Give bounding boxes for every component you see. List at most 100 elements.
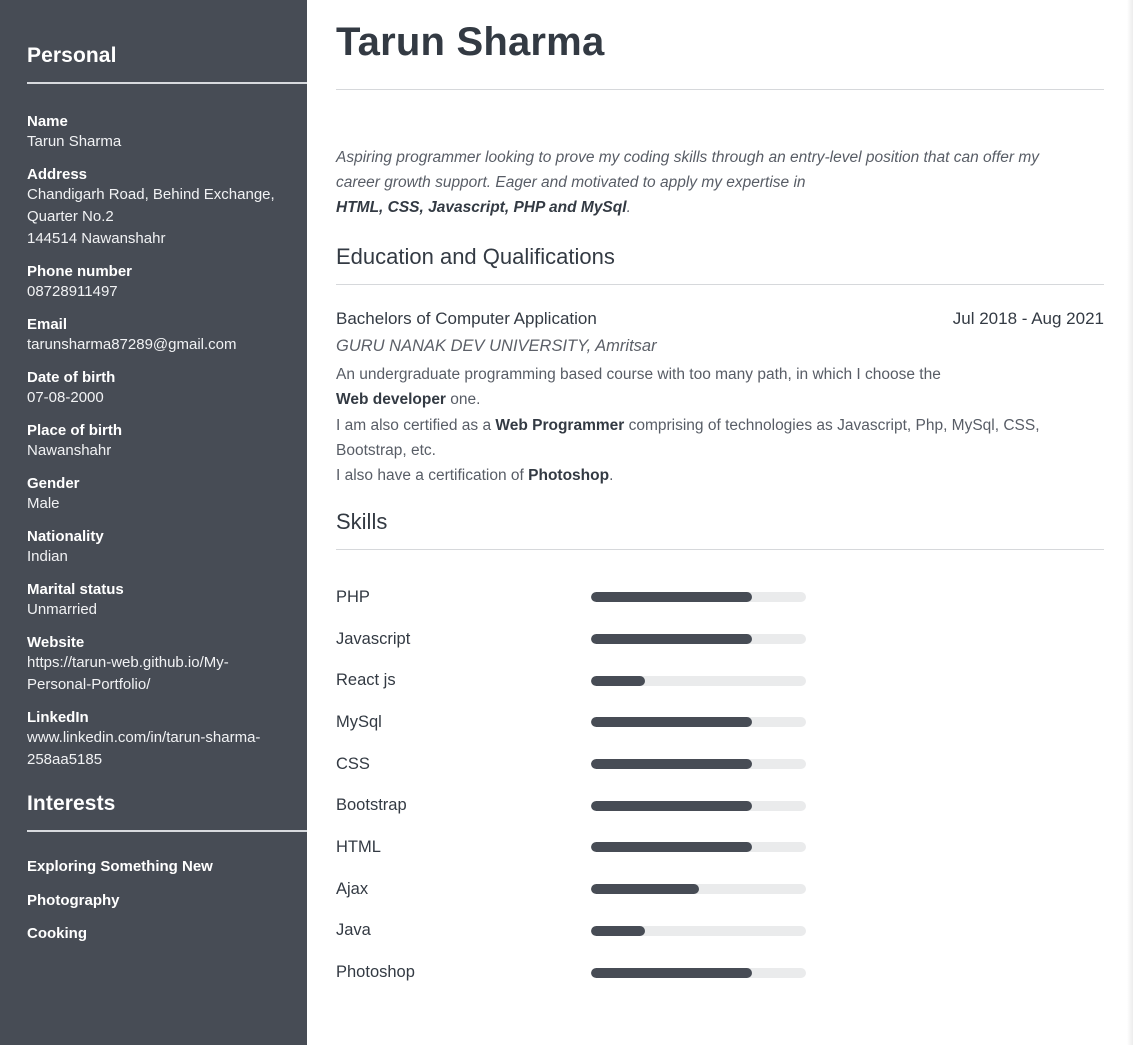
- skill-level-bar: [591, 759, 806, 770]
- education-divider: [336, 284, 1104, 285]
- education-entry-header: Bachelors of Computer Application Jul 20…: [336, 309, 1104, 329]
- skill-name: React js: [336, 671, 396, 690]
- skill-name: HTML: [336, 837, 381, 856]
- skill-name: Ajax: [336, 879, 369, 898]
- skills-section-title: Skills: [336, 509, 388, 535]
- field-label: Phone number: [27, 263, 133, 280]
- personal-divider: [27, 82, 307, 84]
- field-label: Date of birth: [27, 369, 116, 386]
- field-label: Marital status: [27, 581, 124, 598]
- skill-name: Java: [336, 921, 371, 940]
- skill-level-bar: [591, 925, 806, 936]
- interests-list: Exploring Something New Photography Cook…: [27, 858, 307, 943]
- summary-line-2: career growth support. Eager and motivat…: [336, 174, 806, 191]
- desc-line-3-start: I also have a certification of: [336, 467, 529, 485]
- skill-level-fill: [591, 717, 753, 728]
- personal-item-date-of-birth: Date of birth 07-08-2000: [27, 369, 307, 409]
- skill-level-fill: [591, 925, 645, 936]
- skill-row: CSS: [336, 743, 1104, 785]
- skill-name: Photoshop: [336, 963, 415, 982]
- personal-item-linkedin: LinkedIn www.linkedin.com/in/tarun-sharm…: [27, 709, 307, 771]
- skill-name: Bootstrap: [336, 796, 407, 815]
- skill-level-fill: [591, 675, 645, 686]
- interests-section-title: Interests: [27, 792, 116, 815]
- skill-name: CSS: [336, 754, 370, 773]
- personal-details-list: Name Tarun Sharma Address Chandigarh Roa…: [27, 113, 307, 771]
- skill-level-bar: [591, 675, 806, 686]
- field-value: Indian: [27, 548, 68, 565]
- desc-web-programmer: Web Programmer: [495, 416, 625, 434]
- field-value: tarunsharma87289@gmail.com: [27, 336, 237, 353]
- skill-name: PHP: [336, 587, 370, 606]
- personal-item-nationality: Nationality Indian: [27, 528, 307, 568]
- personal-section-title: Personal: [27, 44, 117, 67]
- skill-row: PHP: [336, 576, 1104, 618]
- personal-item-address: Address Chandigarh Road, Behind Exchange…: [27, 166, 307, 250]
- personal-item-website: Website https://tarun-web.github.io/My- …: [27, 634, 307, 696]
- linkedin-link-line-2[interactable]: 258aa5185: [27, 749, 299, 771]
- skill-level-fill: [591, 967, 753, 978]
- skill-row: Photoshop: [336, 952, 1104, 994]
- desc-line-1: An undergraduate programming based cours…: [336, 366, 941, 383]
- page-edge-shadow: [1127, 0, 1133, 1045]
- school-name: GURU NANAK DEV UNIVERSITY, Amritsar: [336, 337, 657, 355]
- main-content: Tarun Sharma Aspiring programmer looking…: [336, 0, 1104, 993]
- desc-line-3-end: .: [609, 467, 614, 485]
- field-label: Website: [27, 634, 85, 651]
- skill-row: Ajax: [336, 868, 1104, 910]
- skill-level-bar: [591, 717, 806, 728]
- desc-line-2b: Bootstrap, etc.: [336, 441, 436, 459]
- address-line-2: Quarter No.2: [27, 208, 114, 225]
- skill-level-fill: [591, 884, 699, 895]
- field-label: Nationality: [27, 528, 104, 545]
- field-value: Male: [27, 495, 60, 512]
- name-divider: [336, 89, 1104, 90]
- skill-level-fill: [591, 800, 753, 811]
- degree-dates: Jul 2018 - Aug 2021: [952, 309, 1104, 328]
- skill-row: Bootstrap: [336, 785, 1104, 827]
- skill-level-bar: [591, 967, 806, 978]
- skills-divider: [336, 549, 1104, 551]
- career-summary: Aspiring programmer looking to prove my …: [336, 145, 1104, 220]
- skill-name: MySql: [336, 712, 382, 731]
- interest-item: Cooking: [27, 925, 87, 942]
- skill-level-bar: [591, 842, 806, 853]
- field-label: Address: [27, 166, 88, 183]
- skill-row: React js: [336, 660, 1104, 702]
- field-value: Unmarried: [27, 601, 98, 618]
- skill-level-fill: [591, 634, 753, 645]
- skill-level-bar: [591, 800, 806, 811]
- field-label: Name: [27, 113, 68, 130]
- skill-level-bar: [591, 634, 806, 645]
- summary-line-1: Aspiring programmer looking to prove my …: [336, 149, 1039, 166]
- skill-row: HTML: [336, 827, 1104, 869]
- desc-line-1-end: one.: [445, 391, 481, 409]
- degree-title: Bachelors of Computer Application: [336, 309, 597, 328]
- personal-item-place-of-birth: Place of birth Nawanshahr: [27, 422, 307, 462]
- personal-item-gender: Gender Male: [27, 475, 307, 515]
- website-link-line-2[interactable]: Personal-Portfolio/: [27, 674, 299, 696]
- skill-level-bar: [591, 884, 806, 895]
- personal-item-phone: Phone number 08728911497: [27, 263, 307, 303]
- address-line-1: Chandigarh Road, Behind Exchange,: [27, 186, 275, 203]
- skill-level-fill: [591, 842, 753, 853]
- linkedin-link-line-1[interactable]: www.linkedin.com/in/tarun-sharma-: [27, 727, 299, 749]
- field-value: Tarun Sharma: [27, 133, 122, 150]
- resume-name: Tarun Sharma: [336, 20, 605, 64]
- skill-level-bar: [591, 592, 806, 603]
- field-value: 07-08-2000: [27, 389, 104, 406]
- desc-web-developer: Web developer: [336, 391, 446, 409]
- personal-item-name: Name Tarun Sharma: [27, 113, 307, 153]
- personal-item-email: Email tarunsharma87289@gmail.com: [27, 316, 307, 356]
- skill-level-fill: [591, 592, 753, 603]
- field-value: 08728911497: [27, 283, 118, 300]
- address-line-3: 144514 Nawanshahr: [27, 230, 166, 247]
- interests-divider: [27, 830, 307, 832]
- field-value: Nawanshahr: [27, 442, 112, 459]
- education-section-title: Education and Qualifications: [336, 244, 615, 269]
- website-link-line-1[interactable]: https://tarun-web.github.io/My-: [27, 652, 299, 674]
- sidebar: Personal Name Tarun Sharma Address Chand…: [0, 0, 307, 1045]
- interest-item: Photography: [27, 891, 120, 909]
- field-label: LinkedIn: [27, 709, 89, 726]
- desc-photoshop: Photoshop: [528, 467, 610, 485]
